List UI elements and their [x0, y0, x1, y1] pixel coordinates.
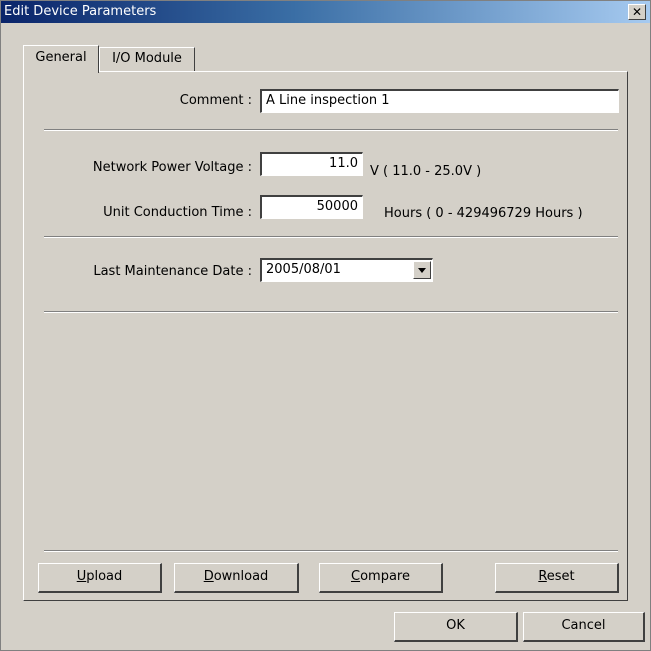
- compare-button[interactable]: Compare: [319, 563, 443, 593]
- chevron-down-icon: [418, 268, 426, 273]
- ok-button[interactable]: OK: [394, 612, 518, 642]
- upload-button-label: pload: [86, 569, 123, 584]
- tab-io-module-label: I/O Module: [112, 51, 182, 66]
- unit-conduction-time-range: Hours ( 0 - 429496729 Hours ): [384, 206, 583, 221]
- separator-3: [44, 311, 618, 313]
- reset-button-accel: R: [538, 569, 547, 584]
- network-power-voltage-input[interactable]: 11.0: [260, 152, 363, 176]
- upload-button-accel: U: [76, 569, 87, 584]
- last-maintenance-date-label: Last Maintenance Date :: [93, 264, 252, 279]
- download-button[interactable]: Download: [174, 563, 299, 593]
- download-button-label: ownload: [213, 569, 269, 584]
- edit-device-parameters-dialog: Edit Device Parameters ✕ General I/O Mod…: [0, 0, 651, 651]
- unit-conduction-time-input[interactable]: 50000: [260, 195, 363, 219]
- reset-button[interactable]: Reset: [495, 563, 619, 593]
- last-maintenance-date-value: 2005/08/01: [266, 262, 341, 277]
- title-bar[interactable]: Edit Device Parameters ✕: [1, 1, 650, 23]
- close-button[interactable]: ✕: [628, 4, 646, 20]
- compare-button-accel: C: [351, 569, 361, 584]
- dropdown-arrow-button[interactable]: [413, 261, 431, 279]
- window-title: Edit Device Parameters: [4, 4, 157, 19]
- compare-button-label: ompare: [360, 569, 410, 584]
- tab-general-label: General: [35, 50, 87, 65]
- tab-general[interactable]: General: [23, 45, 99, 73]
- cancel-button[interactable]: Cancel: [523, 612, 645, 642]
- unit-conduction-time-label: Unit Conduction Time :: [103, 205, 252, 220]
- close-icon: ✕: [631, 5, 643, 19]
- separator-2: [44, 236, 618, 238]
- tab-io-module[interactable]: I/O Module: [99, 47, 195, 71]
- network-power-voltage-label: Network Power Voltage :: [92, 160, 252, 175]
- comment-label: Comment :: [179, 93, 252, 108]
- download-button-accel: D: [203, 569, 214, 584]
- network-power-voltage-range: V ( 11.0 - 25.0V ): [370, 164, 482, 179]
- separator-1: [44, 129, 618, 131]
- separator-4: [44, 550, 618, 552]
- upload-button[interactable]: Upload: [38, 563, 162, 593]
- general-tab-panel: Comment : A Line inspection 1 Network Po…: [23, 71, 628, 601]
- comment-input[interactable]: A Line inspection 1: [260, 89, 619, 113]
- reset-button-label: eset: [546, 569, 575, 584]
- last-maintenance-date-dropdown[interactable]: 2005/08/01: [260, 258, 433, 282]
